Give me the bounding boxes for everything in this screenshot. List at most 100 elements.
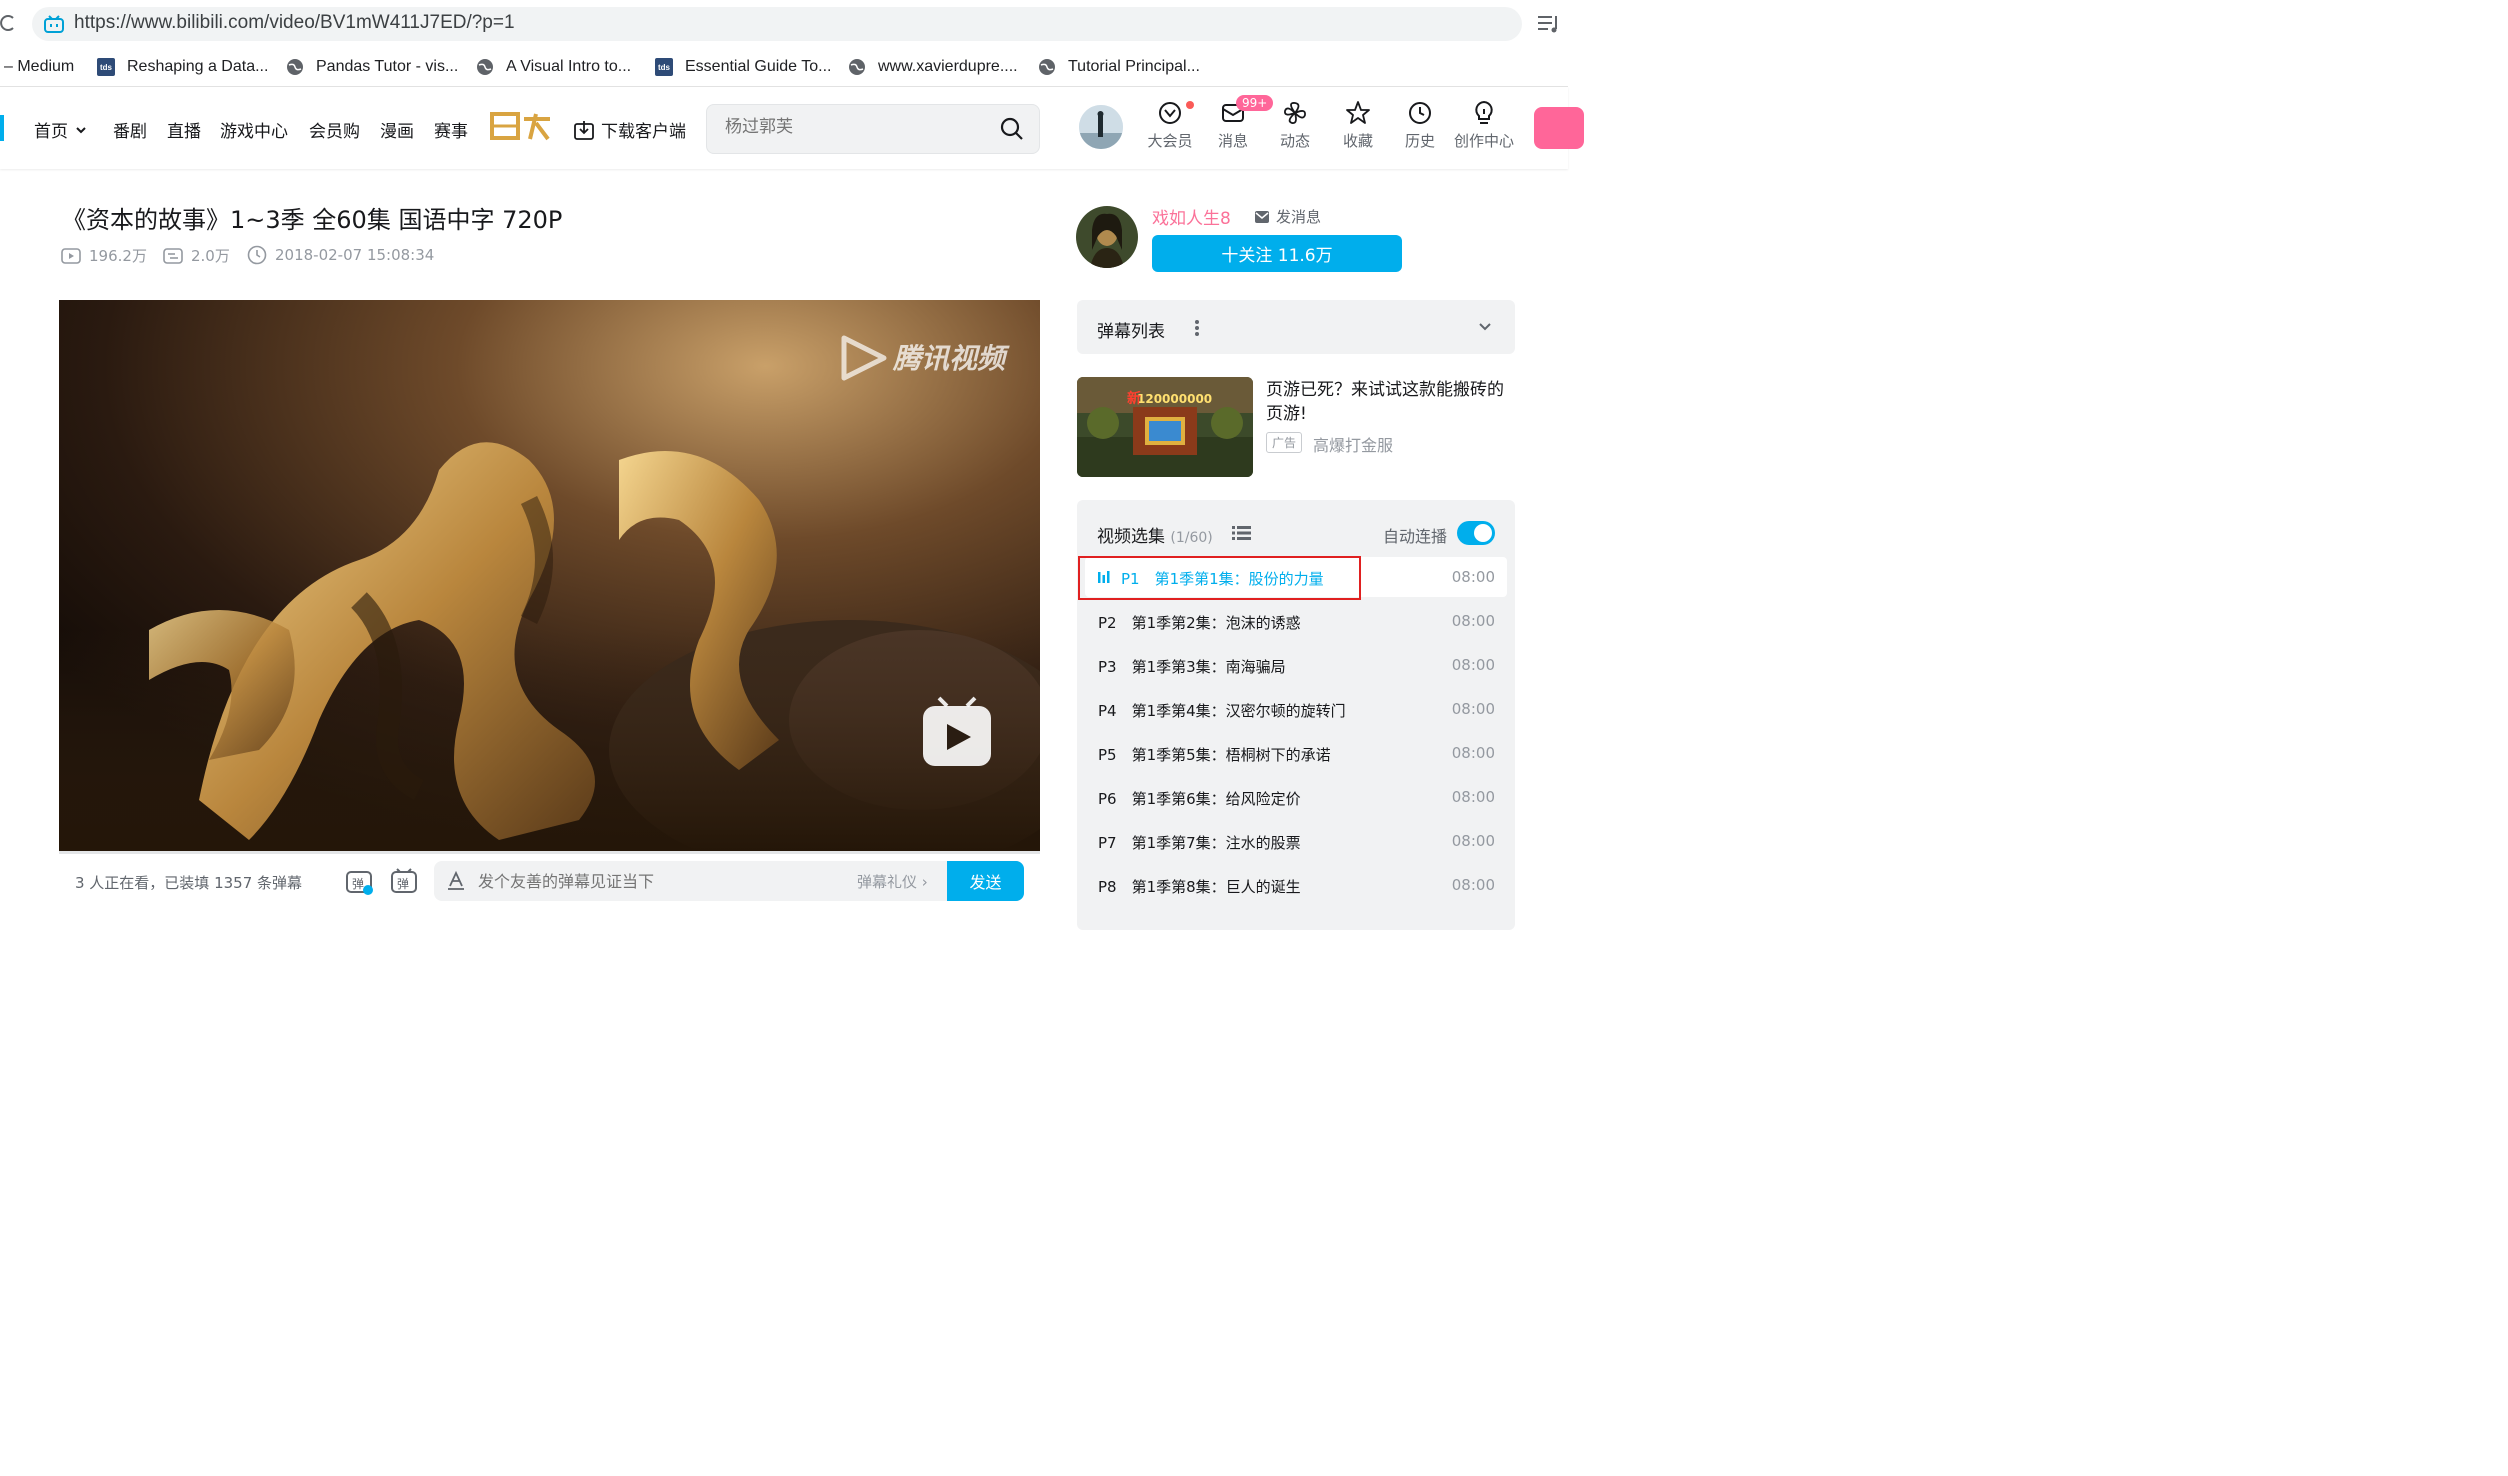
upload-button[interactable] xyxy=(1534,107,1584,149)
more-options-icon[interactable] xyxy=(1193,319,1201,337)
ad-thumbnail[interactable]: 120000000 新 xyxy=(1077,377,1253,477)
video-frame: 腾讯视频 xyxy=(59,300,1040,852)
ad-title[interactable]: 页游已死？来试试这款能搬砖的页游! xyxy=(1266,378,1516,426)
nav-label: 赛事 xyxy=(434,122,468,142)
danmaku-toggle-icon[interactable]: 弹 xyxy=(345,868,373,896)
ad-image: 120000000 新 xyxy=(1077,377,1253,477)
episode-duration: 08:00 xyxy=(1451,656,1495,674)
episode-item[interactable]: P7 第1季第7集：注水的股票 08:00 xyxy=(1085,821,1507,861)
nav-game-center[interactable]: 游戏中心 xyxy=(220,117,288,142)
playlist-menu-icon[interactable] xyxy=(1536,12,1562,36)
bookmark-label: Tutorial Principal... xyxy=(1068,58,1200,75)
list-view-icon[interactable] xyxy=(1232,525,1252,541)
bookmark-medium[interactable]: – Medium xyxy=(4,54,74,80)
episode-duration: 08:00 xyxy=(1451,788,1495,806)
bookmark-label: www.xavierdupre.... xyxy=(878,58,1018,75)
nav-mall[interactable]: 会员购 xyxy=(309,117,360,142)
nav-manga[interactable]: 漫画 xyxy=(380,117,414,142)
chevron-down-icon[interactable] xyxy=(1477,320,1493,334)
dynamic-icon xyxy=(1284,102,1306,124)
danmaku-input-box[interactable]: 弹幕礼仪 › xyxy=(434,861,1024,901)
bookmark-tutorial-principal[interactable]: Tutorial Principal... xyxy=(1038,54,1200,80)
nav-events[interactable]: 赛事 xyxy=(434,117,468,142)
danmaku-settings-icon[interactable]: 弹 xyxy=(390,868,418,896)
bookmark-essential-guide[interactable]: tds Essential Guide To... xyxy=(655,54,831,80)
bookmarks-bar: – Medium tds Reshaping a Data... Pandas … xyxy=(0,48,1568,87)
episode-duration: 08:00 xyxy=(1451,700,1495,718)
header-favorites[interactable]: 收藏 xyxy=(1328,100,1388,151)
uploader-avatar[interactable] xyxy=(1076,206,1138,268)
episode-item[interactable]: P6 第1季第6集：给风险定价 08:00 xyxy=(1085,777,1507,817)
bilibili-favicon-icon xyxy=(44,15,64,33)
episode-label: P8 第1季第8集：巨人的诞生 xyxy=(1098,878,1301,896)
danmaku-input[interactable] xyxy=(476,871,840,892)
etiquette-label: 弹幕礼仪 xyxy=(857,873,918,891)
danmaku-list-title: 弹幕列表 xyxy=(1097,322,1165,342)
play-count-icon xyxy=(61,247,81,264)
nav-anime[interactable]: 番剧 xyxy=(113,117,147,142)
promo-logo-icon[interactable] xyxy=(490,111,552,141)
search-box[interactable] xyxy=(706,104,1040,154)
nav-live[interactable]: 直播 xyxy=(167,117,201,142)
danmaku-list-panel[interactable]: 弹幕列表 xyxy=(1077,300,1515,354)
episode-item[interactable]: P5 第1季第5集：梧桐树下的承诺 08:00 xyxy=(1085,733,1507,773)
send-message-link[interactable]: 发消息 xyxy=(1254,206,1321,227)
follow-button[interactable]: 十关注 11.6万 xyxy=(1152,235,1402,272)
avatar[interactable] xyxy=(1079,105,1123,149)
uploader-avatar-image xyxy=(1076,206,1138,268)
episode-label: P2 第1季第2集：泡沫的诱惑 xyxy=(1098,614,1301,632)
svg-text:弹: 弹 xyxy=(352,877,364,891)
nav-label: 番剧 xyxy=(113,122,147,142)
episode-label: P5 第1季第5集：梧桐树下的承诺 xyxy=(1098,746,1331,764)
episode-item[interactable]: P4 第1季第4集：汉密尔顿的旋转门 08:00 xyxy=(1085,689,1507,729)
bookmark-pandas-tutor[interactable]: Pandas Tutor - vis... xyxy=(286,54,458,80)
bookmark-label: Pandas Tutor - vis... xyxy=(316,58,459,75)
bookmark-visual-intro[interactable]: A Visual Intro to... xyxy=(476,54,631,80)
danmaku-etiquette-link[interactable]: 弹幕礼仪 › xyxy=(857,871,928,892)
publish-date: 2018-02-07 15:08:34 xyxy=(247,245,434,265)
notification-dot xyxy=(1186,101,1194,109)
uploader-name[interactable]: 戏如人生8 xyxy=(1152,204,1231,229)
url-text[interactable]: https://www.bilibili.com/video/BV1mW411J… xyxy=(74,12,515,34)
episode-label: P7 第1季第7集：注水的股票 xyxy=(1098,834,1301,852)
play-button-icon[interactable] xyxy=(923,696,991,766)
episode-item[interactable]: P3 第1季第3集：南海骗局 08:00 xyxy=(1085,645,1507,685)
send-danmaku-button[interactable]: 发送 xyxy=(947,861,1024,901)
bookmark-reshaping[interactable]: tds Reshaping a Data... xyxy=(97,54,268,80)
autoplay-toggle[interactable] xyxy=(1457,521,1495,545)
font-style-icon[interactable] xyxy=(446,871,466,891)
download-client-link[interactable]: 下载客户端 xyxy=(573,117,686,142)
globe-icon xyxy=(477,59,493,75)
nav-label: 直播 xyxy=(167,122,201,142)
danmaku-count: 2.0万 xyxy=(163,245,230,266)
ad-tag: 广告 xyxy=(1266,432,1303,453)
search-input[interactable] xyxy=(725,117,985,137)
header-icon-label: 创作中心 xyxy=(1454,132,1515,150)
nav-label: 首页 xyxy=(34,122,68,142)
episode-count: (1/60) xyxy=(1170,530,1213,546)
bookmark-xavierdupre[interactable]: www.xavierdupre.... xyxy=(848,54,1018,80)
message-badge: 99+ xyxy=(1236,95,1274,111)
svg-text:120000000: 120000000 xyxy=(1137,392,1212,406)
bookmark-label: – Medium xyxy=(4,58,75,75)
site-header: 首页 番剧 直播 游戏中心 会员购 漫画 赛事 下载客户端 大会员 xyxy=(0,87,1584,169)
address-bar[interactable]: https://www.bilibili.com/video/BV1mW411J… xyxy=(32,7,1522,41)
mail-icon xyxy=(1255,210,1269,223)
bookmark-label: A Visual Intro to... xyxy=(506,58,632,75)
episode-item[interactable]: P8 第1季第8集：巨人的诞生 08:00 xyxy=(1085,865,1507,905)
episode-label: P6 第1季第6集：给风险定价 xyxy=(1098,790,1301,808)
search-icon[interactable] xyxy=(999,116,1025,142)
header-creator-center[interactable]: 创作中心 xyxy=(1454,100,1514,151)
view-count: 196.2万 xyxy=(61,245,147,266)
nav-home[interactable]: 首页 xyxy=(34,117,88,142)
video-player[interactable]: 腾讯视频 xyxy=(59,300,1040,852)
danmaku-icon xyxy=(163,247,183,264)
episode-duration: 08:00 xyxy=(1451,832,1495,850)
ad-subtitle[interactable]: 高爆打金服 xyxy=(1313,432,1393,456)
reload-icon[interactable] xyxy=(0,12,16,34)
episode-item[interactable]: P2 第1季第2集：泡沫的诱惑 08:00 xyxy=(1085,601,1507,641)
episode-duration: 08:00 xyxy=(1451,612,1495,630)
download-label: 下载客户端 xyxy=(601,122,686,142)
header-dynamic[interactable]: 动态 xyxy=(1265,100,1325,151)
header-history[interactable]: 历史 xyxy=(1390,100,1450,151)
